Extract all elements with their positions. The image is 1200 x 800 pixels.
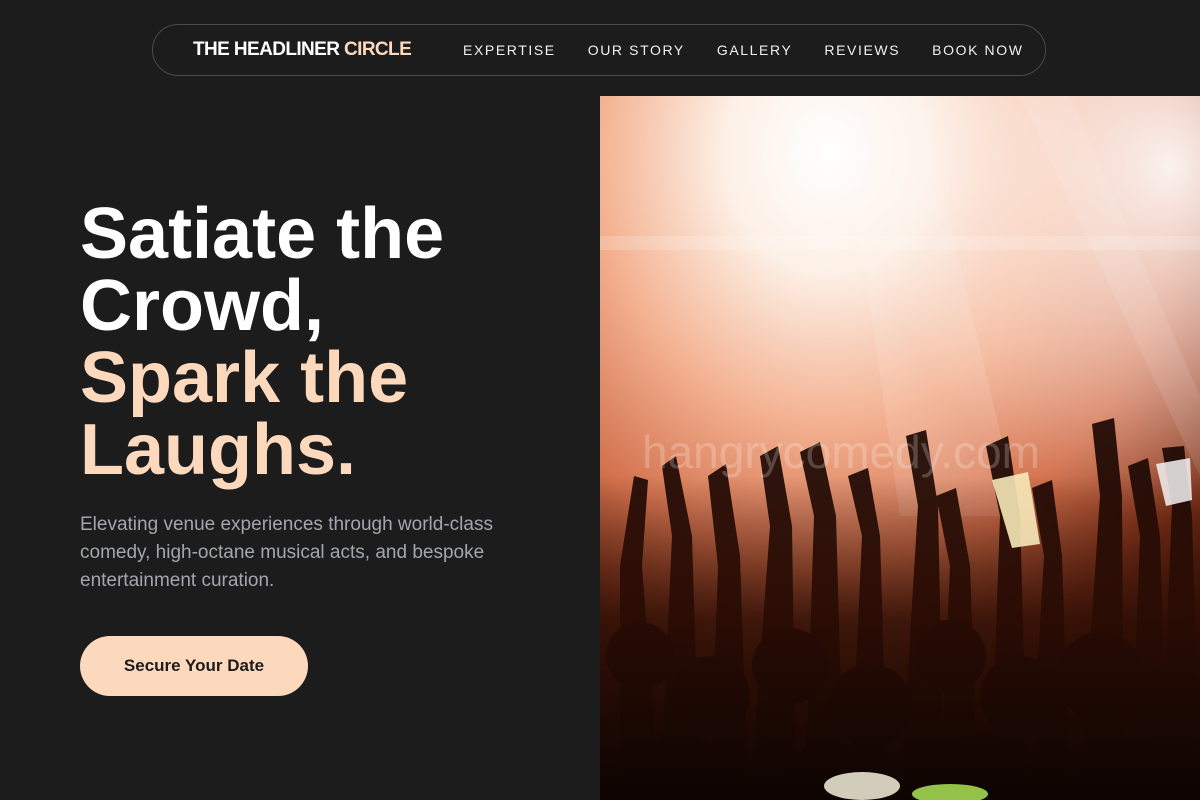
brand-logo[interactable]: THE HEADLINER CIRCLE: [193, 39, 412, 61]
nav-links: EXPERTISE OUR STORY GALLERY REVIEWS BOOK…: [463, 25, 1024, 75]
nav-link-our-story[interactable]: OUR STORY: [588, 42, 685, 58]
hero-concert-crowd-image: hangrycomedy.com: [600, 96, 1200, 800]
nav-link-expertise[interactable]: EXPERTISE: [463, 42, 556, 58]
nav-link-gallery[interactable]: GALLERY: [717, 42, 793, 58]
brand-accent: CIRCLE: [344, 39, 412, 60]
image-watermark: hangrycomedy.com: [642, 426, 1040, 478]
brand-name: THE HEADLINER: [193, 39, 340, 60]
nav-link-reviews[interactable]: REVIEWS: [824, 42, 900, 58]
hero-title-line-2: Crowd,: [80, 266, 324, 346]
hero-title-line-1: Satiate the: [80, 194, 445, 274]
nav-link-book-now[interactable]: BOOK NOW: [932, 42, 1023, 58]
top-navigation: THE HEADLINER CIRCLE EXPERTISE OUR STORY…: [152, 24, 1046, 76]
hero-title-line-4: Laughs.: [80, 410, 357, 490]
hero-title: Satiate the Crowd, Spark the Laughs.: [80, 198, 560, 486]
hero-title-line-3: Spark the: [80, 338, 409, 418]
secure-your-date-button[interactable]: Secure Your Date: [80, 636, 308, 696]
hero-subtitle: Elevating venue experiences through worl…: [80, 514, 493, 591]
